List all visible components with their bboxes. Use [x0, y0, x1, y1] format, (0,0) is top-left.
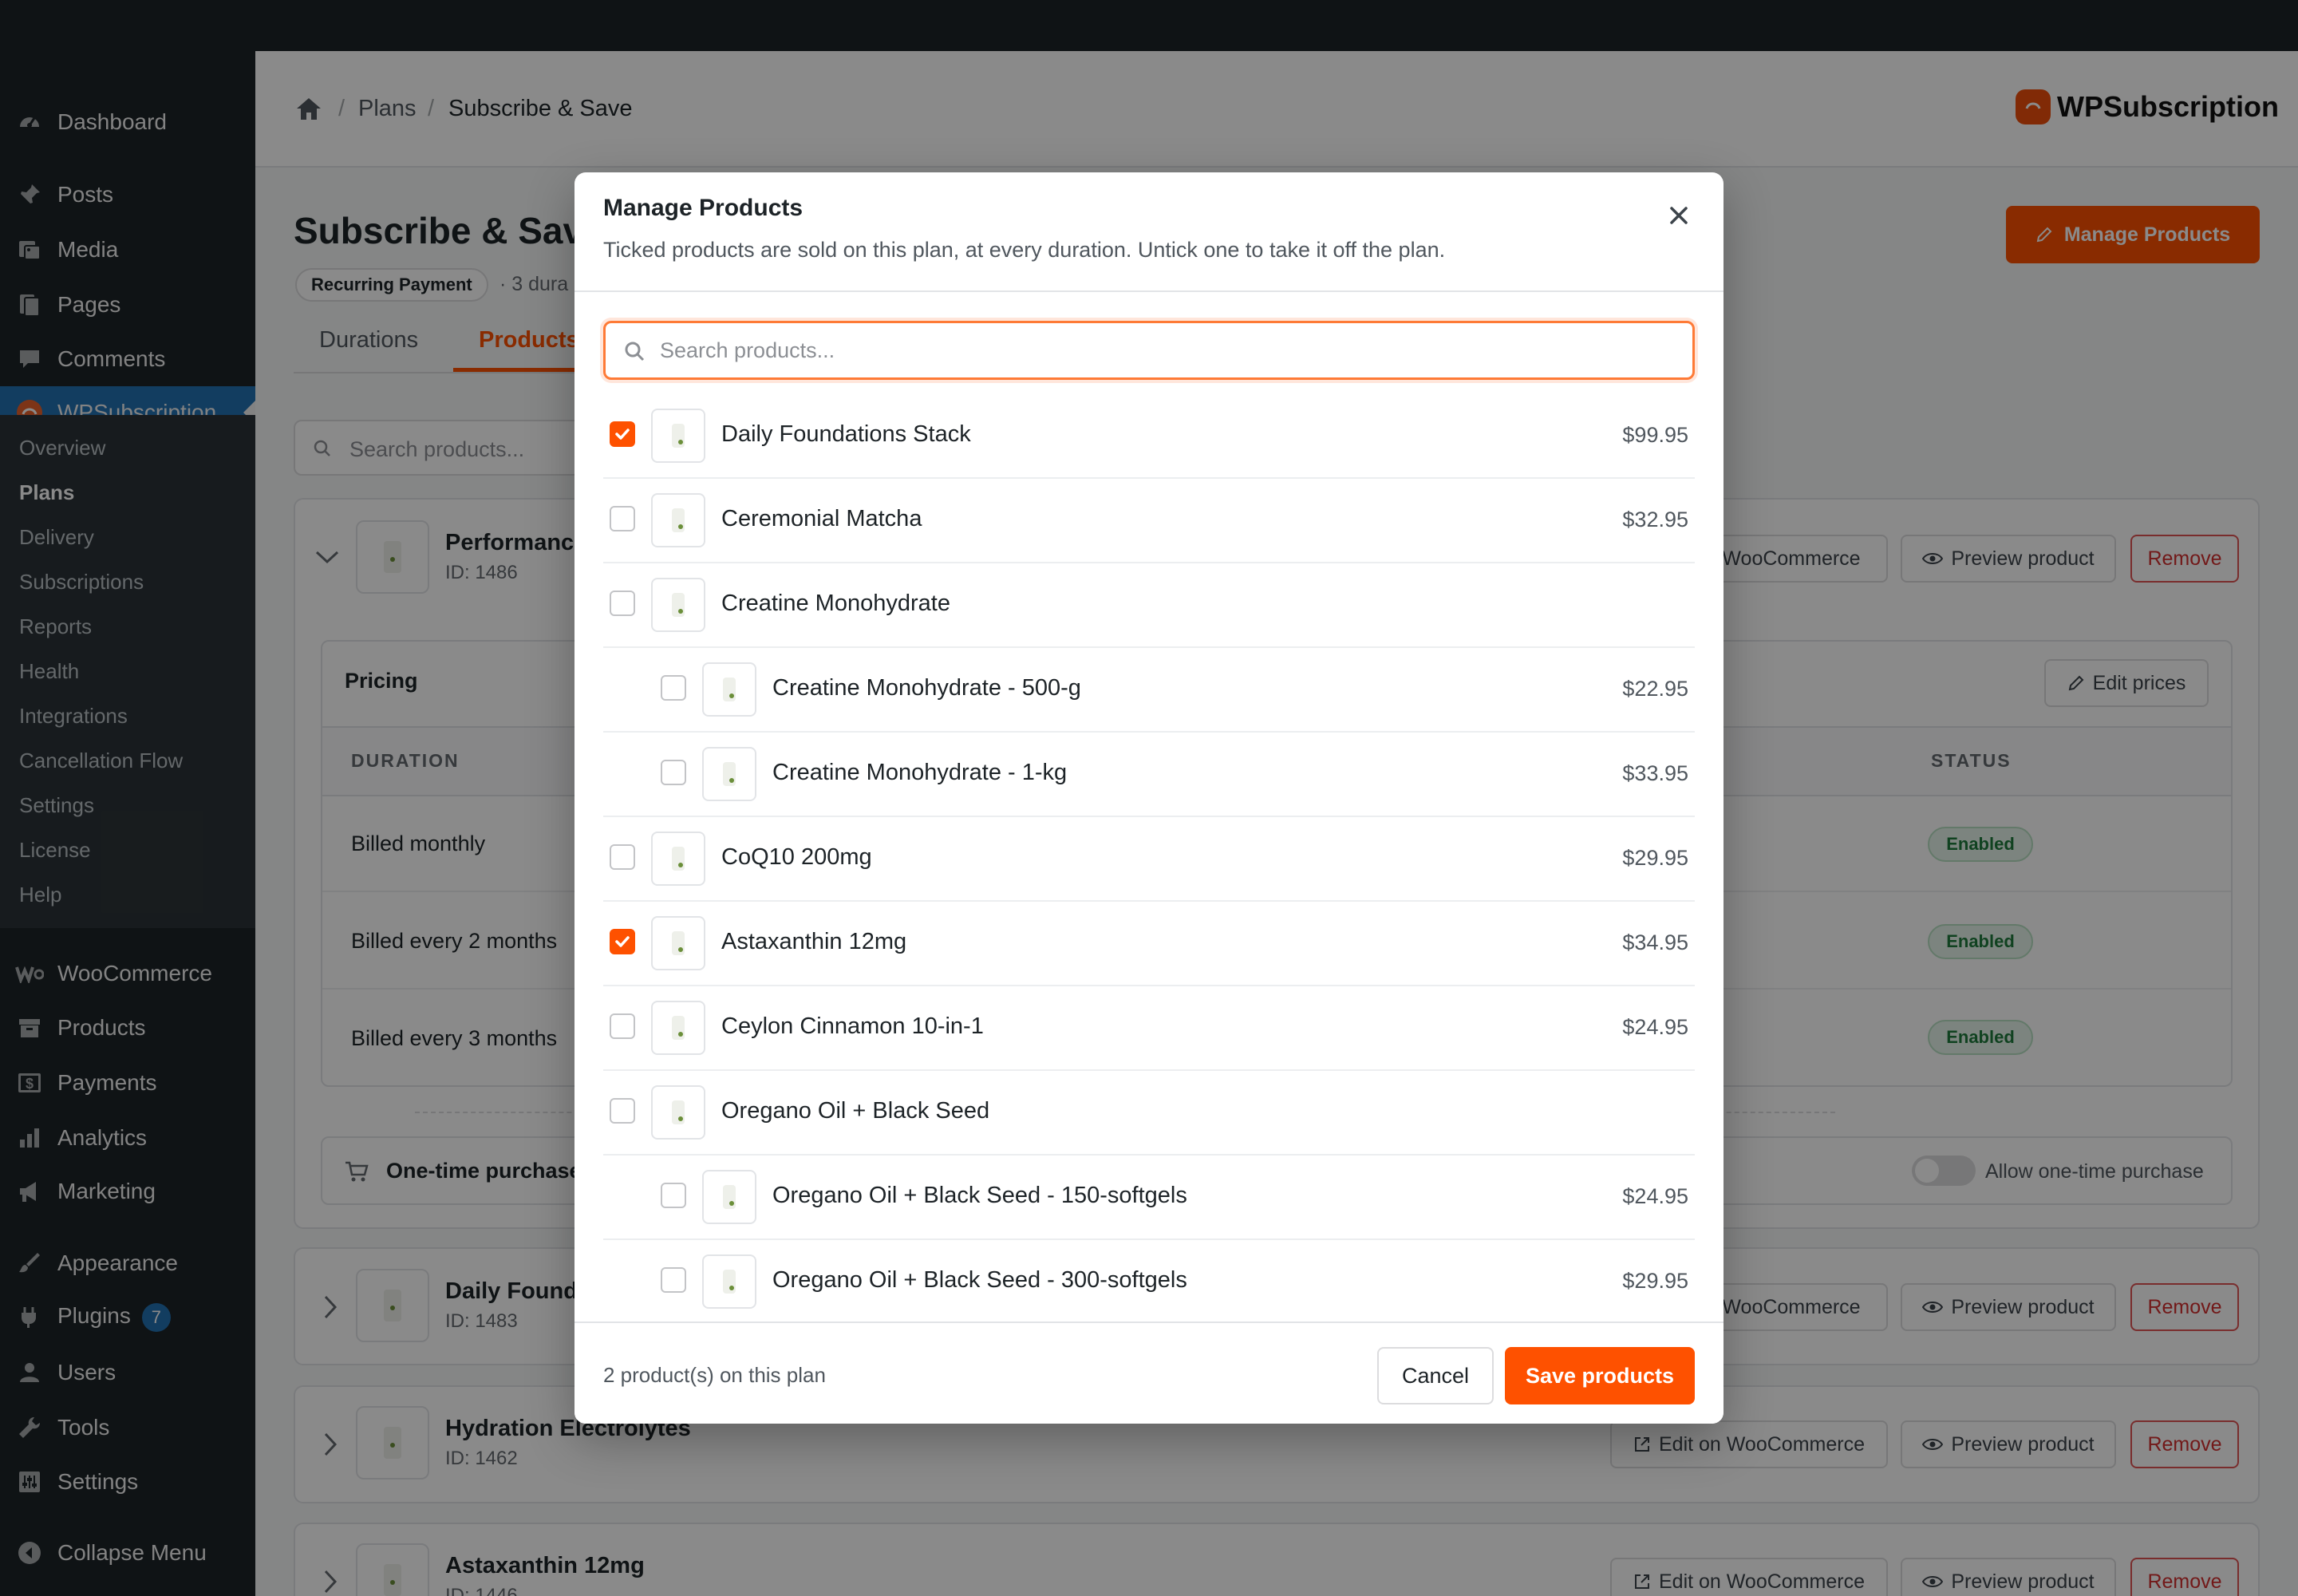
close-icon[interactable]: [1663, 200, 1695, 231]
product-name: Daily Foundations Stack: [721, 421, 971, 447]
product-list-item[interactable]: Oregano Oil + Black Seed: [603, 1071, 1695, 1156]
modal-title: Manage Products: [603, 195, 804, 221]
product-price: $34.95: [1622, 930, 1688, 954]
product-list-item[interactable]: Ceremonial Matcha $32.95: [603, 479, 1695, 563]
product-thumbnail: [651, 916, 705, 970]
product-list-item[interactable]: Astaxanthin 12mg $34.95: [603, 902, 1695, 986]
product-thumbnail: [651, 578, 705, 632]
product-thumbnail: [702, 1170, 756, 1224]
modal-product-list: Daily Foundations Stack $99.95 Ceremonial …: [603, 394, 1695, 1424]
variation-list-item[interactable]: Creatine Monohydrate - 500-g $22.95: [603, 648, 1695, 733]
selected-count: 2 product(s) on this plan: [603, 1363, 826, 1387]
product-checkbox[interactable]: [610, 591, 635, 616]
search-icon: [623, 340, 646, 362]
product-checkbox[interactable]: [610, 1013, 635, 1039]
product-thumbnail: [702, 662, 756, 717]
product-list-item[interactable]: Daily Foundations Stack $99.95: [603, 394, 1695, 479]
product-name: Oregano Oil + Black Seed - 150-softgels: [772, 1183, 1187, 1208]
product-thumbnail: [651, 1001, 705, 1055]
variation-list-item[interactable]: Oregano Oil + Black Seed - 300-softgels $…: [603, 1240, 1695, 1325]
product-thumbnail: [651, 493, 705, 547]
save-products-button[interactable]: Save products: [1505, 1347, 1695, 1404]
product-thumbnail: [651, 832, 705, 886]
product-checkbox[interactable]: [661, 1183, 686, 1208]
product-name: Oregano Oil + Black Seed - 300-softgels: [772, 1267, 1187, 1293]
variation-list-item[interactable]: Oregano Oil + Black Seed - 150-softgels $…: [603, 1156, 1695, 1240]
product-price: $32.95: [1622, 508, 1688, 531]
modal-search-input[interactable]: [660, 333, 1673, 368]
variation-list-item[interactable]: Creatine Monohydrate - 1-kg $33.95: [603, 733, 1695, 817]
product-price: $24.95: [1622, 1015, 1688, 1039]
product-checkbox[interactable]: [610, 506, 635, 531]
checkmark-icon: [615, 429, 630, 440]
product-name: Creatine Monohydrate: [721, 591, 950, 616]
product-price: $99.95: [1622, 423, 1688, 447]
modal-subtitle: Ticked products are sold on this plan, a…: [603, 238, 1446, 262]
product-checkbox[interactable]: [610, 421, 635, 447]
product-name: Astaxanthin 12mg: [721, 929, 907, 954]
product-price: $22.95: [1622, 677, 1688, 701]
checkmark-icon: [615, 936, 630, 947]
product-thumbnail: [702, 1254, 756, 1309]
product-price: $29.95: [1622, 1269, 1688, 1293]
modal-search-field[interactable]: [603, 321, 1695, 380]
product-thumbnail: [651, 1085, 705, 1140]
product-checkbox[interactable]: [661, 760, 686, 785]
cancel-button[interactable]: Cancel: [1377, 1347, 1494, 1404]
product-name: Ceremonial Matcha: [721, 506, 922, 531]
product-list-item[interactable]: Ceylon Cinnamon 10-in-1 $24.95: [603, 986, 1695, 1071]
product-name: Oregano Oil + Black Seed: [721, 1098, 990, 1124]
product-checkbox[interactable]: [661, 675, 686, 701]
product-list-item[interactable]: CoQ10 200mg $29.95: [603, 817, 1695, 902]
product-price: $24.95: [1622, 1184, 1688, 1208]
product-thumbnail: [702, 747, 756, 801]
product-thumbnail: [651, 409, 705, 463]
product-name: CoQ10 200mg: [721, 844, 872, 870]
product-checkbox[interactable]: [610, 1098, 635, 1124]
modal-header-divider: [574, 290, 1724, 292]
product-checkbox[interactable]: [610, 929, 635, 954]
product-price: $29.95: [1622, 846, 1688, 870]
product-checkbox[interactable]: [661, 1267, 686, 1293]
product-checkbox[interactable]: [610, 844, 635, 870]
product-name: Creatine Monohydrate - 1-kg: [772, 760, 1068, 785]
product-name: Ceylon Cinnamon 10-in-1: [721, 1013, 984, 1039]
product-price: $33.95: [1622, 761, 1688, 785]
product-list-item[interactable]: Creatine Monohydrate: [603, 563, 1695, 648]
modal-footer: 2 product(s) on this plan Cancel Save pr…: [574, 1321, 1724, 1424]
product-name: Creatine Monohydrate - 500-g: [772, 675, 1081, 701]
manage-products-modal: Manage Products Ticked products are sold…: [574, 172, 1724, 1424]
